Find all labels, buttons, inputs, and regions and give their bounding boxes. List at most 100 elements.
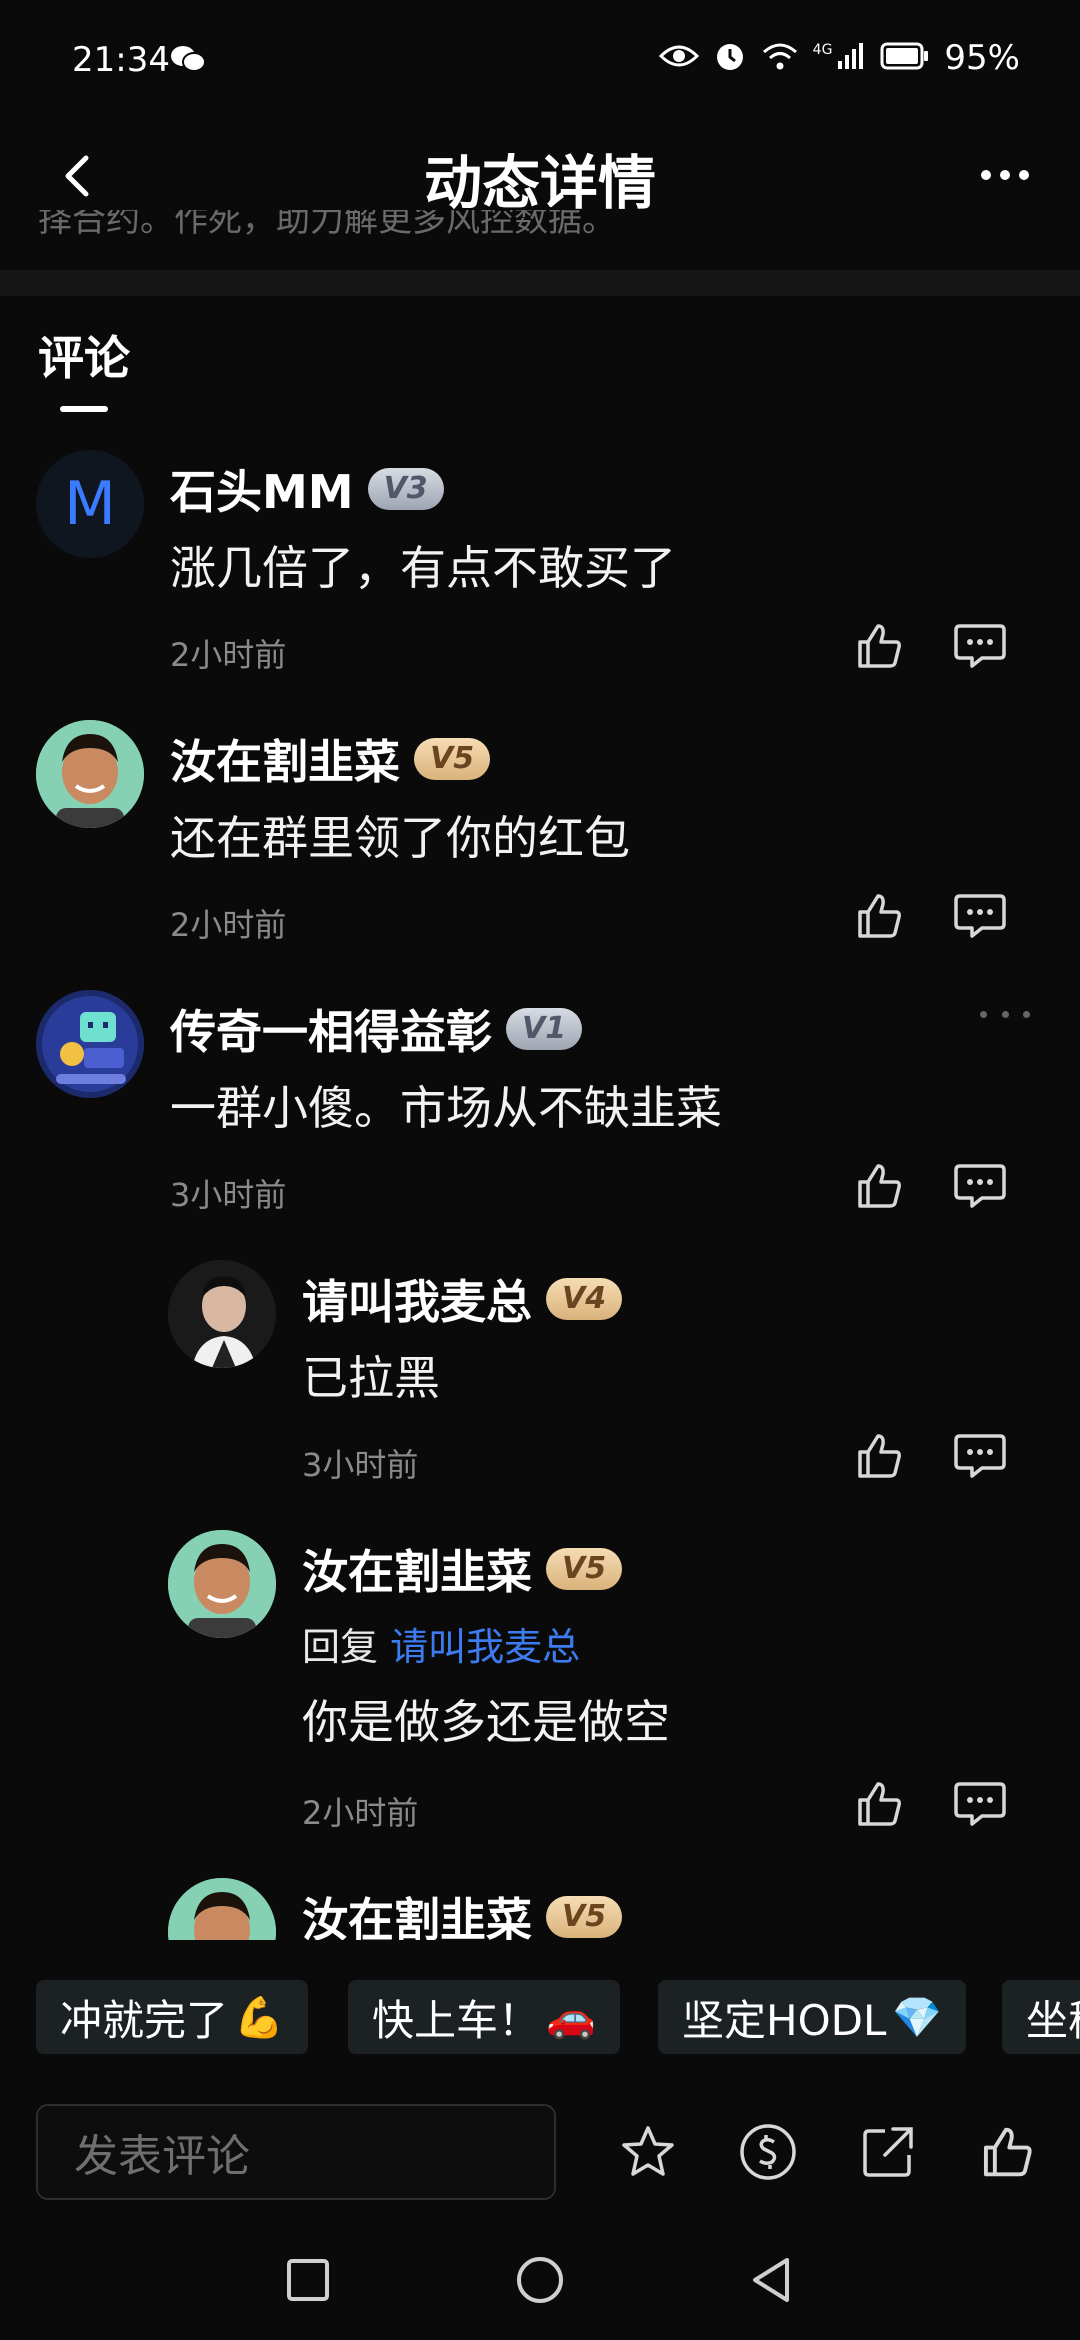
comment-more-button[interactable]: [980, 1004, 1030, 1024]
back-nav-button[interactable]: [740, 2250, 800, 2310]
flexed-bicep-emoji: 💪: [234, 1994, 284, 2041]
quick-reply-chip[interactable]: 坚定HODL 💎: [658, 1980, 967, 2054]
comment-bubble-icon: [954, 894, 1006, 938]
car-emoji: 🚗: [546, 1994, 596, 2041]
comment-list: M 石头MM V3 涨几倍了，有点不敢买了 2小时前 汝在割韭菜 V5 还在群里…: [0, 440, 1080, 1940]
reply-button[interactable]: [950, 1426, 1010, 1486]
avatar[interactable]: [168, 1878, 276, 1940]
comment-time: 2小时前: [170, 636, 287, 674]
avatar[interactable]: [168, 1260, 276, 1368]
thumbs-up-icon: [858, 1164, 901, 1208]
tab-comments[interactable]: 评论: [38, 322, 130, 388]
square-icon: [287, 2259, 329, 2301]
comment-text: 还在群里领了你的红包: [170, 811, 630, 865]
like-button[interactable]: [848, 616, 908, 676]
battery-level: 95%: [944, 38, 1020, 78]
reply-header: 汝在割韭菜 V5: [302, 1884, 623, 1940]
username[interactable]: 请叫我麦总: [302, 1266, 532, 1332]
chip-label: 坚定HODL: [682, 1995, 887, 2045]
chip-label: 坐稳: [1026, 1995, 1080, 2045]
level-badge: V5: [546, 1548, 623, 1590]
comment-text: 涨几倍了，有点不敢买了: [170, 541, 676, 595]
reply-header: 请叫我麦总 V4: [302, 1266, 623, 1332]
comment-input[interactable]: 发表评论: [36, 2104, 556, 2200]
reply-time: 2小时前: [302, 1794, 419, 1832]
username[interactable]: 传奇一相得益彰: [170, 996, 492, 1062]
reply-prefix: 回复: [302, 1625, 379, 1669]
thumbs-up-icon: [858, 624, 901, 668]
reply-button[interactable]: [950, 616, 1010, 676]
triangle-back-icon: [753, 2258, 789, 2302]
quick-reply-bar: 冲就完了💪 快上车！🚗 坚定HODL💎 坐稳: [0, 1940, 1080, 2080]
signal-icon: [836, 41, 866, 75]
star-icon: [622, 2126, 674, 2176]
reply-time: 3小时前: [302, 1446, 419, 1484]
tip-button[interactable]: [736, 2120, 800, 2184]
username[interactable]: 石头MM: [170, 456, 354, 522]
reply-header: 汝在割韭菜 V5: [302, 1536, 623, 1602]
coin-icon: [740, 2124, 796, 2180]
reply-text: 你是做多还是做空: [302, 1695, 670, 1749]
comment-input-bar: 发表评论: [0, 2080, 1080, 2220]
circle-icon: [517, 2257, 563, 2303]
reply-button[interactable]: [950, 1774, 1010, 1834]
comment-time: 3小时前: [170, 1176, 287, 1214]
avatar[interactable]: [36, 990, 144, 1098]
favorite-button[interactable]: [616, 2120, 680, 2184]
reply-text: 已拉黑: [302, 1351, 440, 1405]
wifi-icon: [761, 41, 799, 75]
quick-reply-chip[interactable]: 坐稳: [1002, 1980, 1080, 2054]
thumbs-up-icon: [858, 1782, 901, 1826]
comment-bubble-icon: [954, 1434, 1006, 1478]
comment-time: 2小时前: [170, 906, 287, 944]
username[interactable]: 汝在割韭菜: [302, 1884, 532, 1940]
share-icon: [863, 2127, 913, 2177]
like-post-button[interactable]: [974, 2120, 1038, 2184]
like-button[interactable]: [848, 1426, 908, 1486]
recents-button[interactable]: [278, 2250, 338, 2310]
page-title: 动态详情: [423, 149, 656, 217]
thumbs-up-icon: [858, 1434, 901, 1478]
thumbs-up-icon: [858, 894, 901, 938]
username[interactable]: 汝在割韭菜: [302, 1536, 532, 1602]
tab-underline: [60, 406, 108, 412]
thumbs-up-icon: [983, 2127, 1032, 2177]
mention-link[interactable]: 请叫我麦总: [390, 1625, 580, 1669]
more-dots-icon: [981, 170, 1029, 180]
level-badge: V3: [367, 468, 444, 510]
avatar[interactable]: M: [36, 450, 144, 558]
comment-bubble-icon: [954, 1782, 1006, 1826]
quick-reply-chip[interactable]: 冲就完了 💪: [36, 1980, 308, 2054]
quick-reply-chip[interactable]: 快上车！ 🚗: [348, 1980, 620, 2054]
level-badge: V5: [546, 1896, 623, 1938]
eye-icon: [658, 42, 699, 74]
section-divider: [0, 270, 1080, 296]
status-icons: 4G 95%: [658, 38, 1020, 78]
like-button[interactable]: [848, 1156, 908, 1216]
like-button[interactable]: [848, 886, 908, 946]
level-badge: V5: [414, 738, 491, 780]
home-button[interactable]: [510, 2250, 570, 2310]
system-nav-bar: [0, 2220, 1080, 2340]
comment-header: 汝在割韭菜 V5: [170, 726, 491, 792]
share-button[interactable]: [856, 2120, 920, 2184]
wechat-icon: [170, 44, 206, 78]
username[interactable]: 汝在割韭菜: [170, 726, 400, 792]
level-badge: V4: [546, 1278, 623, 1320]
more-button[interactable]: [970, 150, 1040, 200]
like-button[interactable]: [848, 1774, 908, 1834]
reply-to-line: 回复 请叫我麦总: [302, 1616, 580, 1671]
reply-button[interactable]: [950, 1156, 1010, 1216]
comment-bubble-icon: [954, 624, 1006, 668]
alarm-icon: [713, 39, 747, 77]
avatar[interactable]: [36, 720, 144, 828]
status-time: 21:34: [72, 40, 170, 80]
chip-label: 冲就完了: [60, 1995, 229, 2045]
avatar[interactable]: [168, 1530, 276, 1638]
reply-button[interactable]: [950, 886, 1010, 946]
chip-label: 快上车！: [372, 1995, 541, 2045]
comment-bubble-icon: [954, 1164, 1006, 1208]
network-label: 4G: [812, 42, 833, 58]
level-badge: V1: [506, 1008, 583, 1050]
battery-icon: [880, 42, 930, 74]
